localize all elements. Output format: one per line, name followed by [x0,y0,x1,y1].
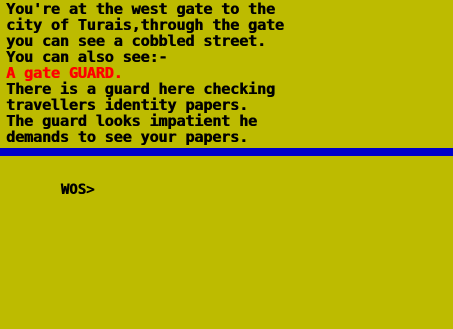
description-line: travellers identity papers. [6,97,248,113]
screen-divider [0,148,453,156]
description-line: You can also see:- [6,49,168,65]
command-input[interactable]: WOS> [27,166,95,198]
location-description: You're at the west gate to the city of T… [6,1,451,145]
description-line: The guard looks impatient he [6,113,257,129]
description-line: city of Turais,through the gate [6,17,284,33]
command-prompt: WOS> [60,182,95,198]
game-screen: You're at the west gate to the city of T… [0,0,453,329]
description-line: demands to see your papers. [6,129,248,145]
description-line: you can see a cobbled street. [6,33,266,49]
visible-object-guard: A gate GUARD. [6,65,123,81]
description-line: You're at the west gate to the [6,1,275,17]
description-line: There is a guard here checking [6,81,275,97]
